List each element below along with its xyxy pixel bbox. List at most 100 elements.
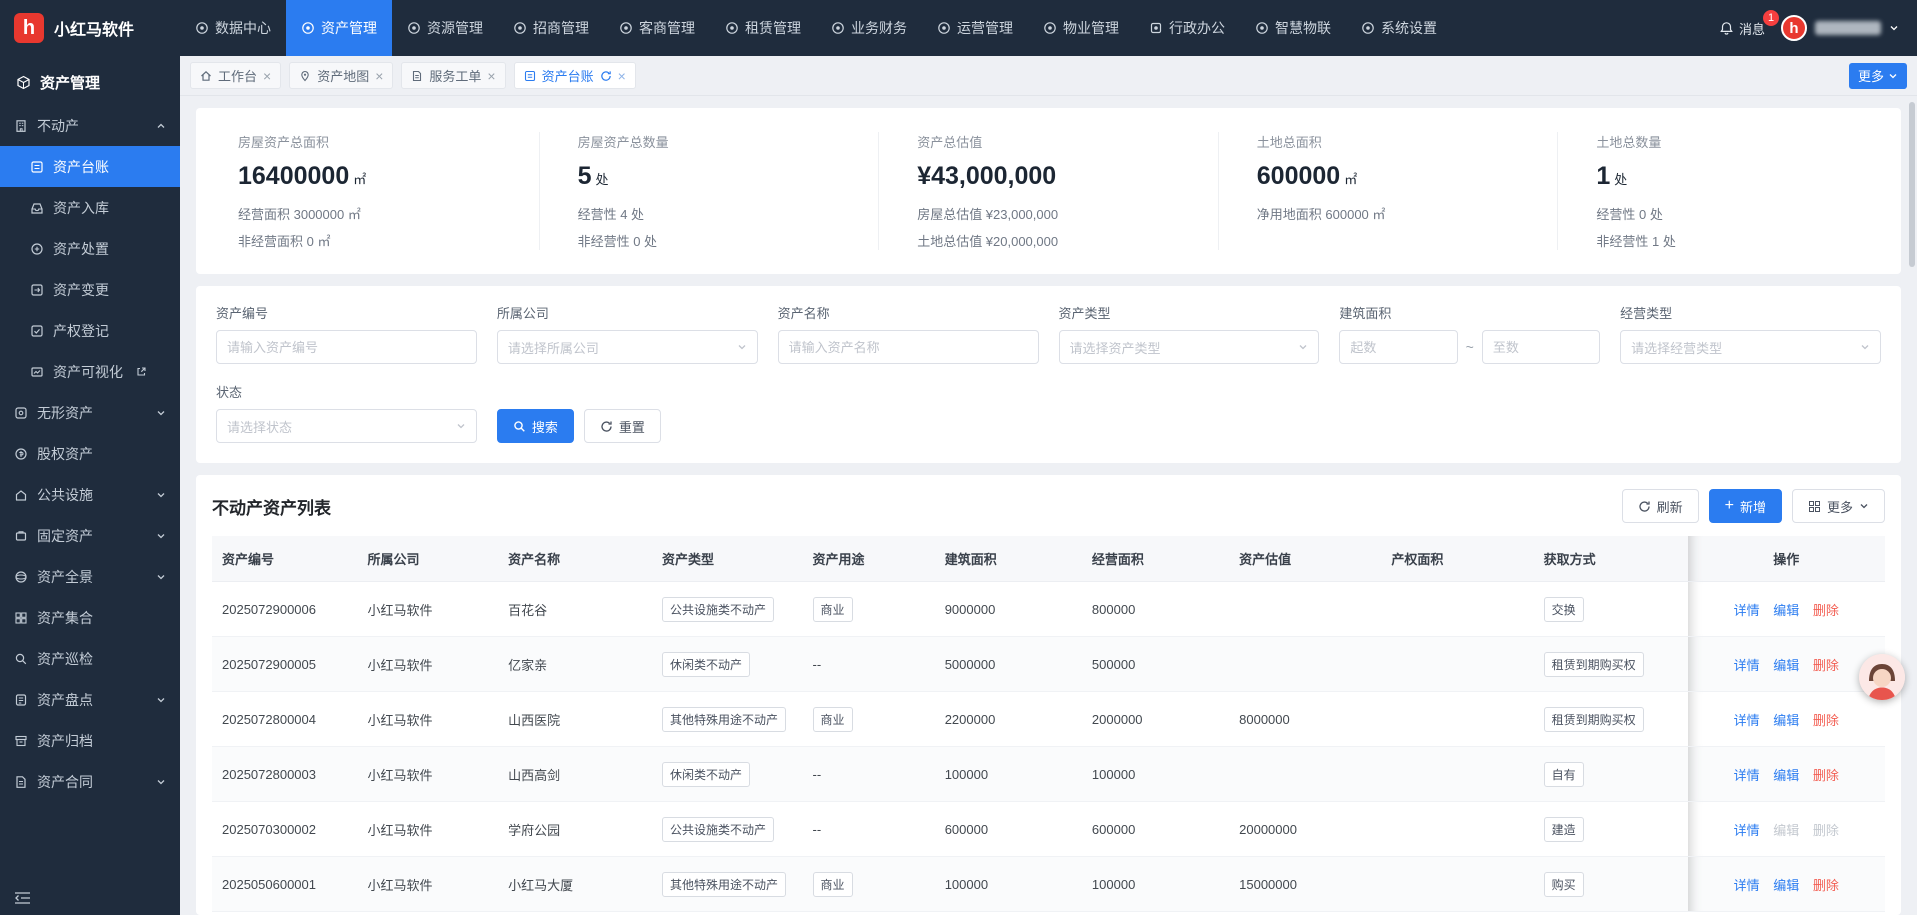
sidebar-item-property-registration[interactable]: 产权登记 bbox=[0, 310, 180, 351]
close-icon[interactable]: × bbox=[375, 69, 383, 83]
work-order-icon bbox=[411, 70, 423, 82]
assistant-avatar[interactable] bbox=[1859, 654, 1905, 700]
detail-link[interactable]: 详情 bbox=[1734, 878, 1760, 893]
asset-type-tag: 公共设施类不动产 bbox=[662, 817, 774, 842]
sidebar-group-intangible-assets[interactable]: 无形资产 bbox=[0, 392, 180, 433]
detail-link[interactable]: 详情 bbox=[1734, 823, 1760, 838]
close-icon[interactable]: × bbox=[263, 69, 271, 83]
nav-item-merchant-management[interactable]: 客商管理 bbox=[604, 0, 710, 56]
detail-link[interactable]: 详情 bbox=[1734, 603, 1760, 618]
sidebar-item-asset-change[interactable]: 资产变更 bbox=[0, 269, 180, 310]
nav-label: 系统设置 bbox=[1381, 18, 1437, 38]
stat-title: 房屋资产总数量 bbox=[578, 132, 841, 151]
stat-title: 房屋资产总面积 bbox=[238, 132, 501, 151]
detail-link[interactable]: 详情 bbox=[1734, 768, 1760, 783]
sidebar-item-asset-visualization[interactable]: 资产可视化 bbox=[0, 351, 180, 392]
reset-button[interactable]: 重置 bbox=[584, 409, 661, 443]
nav-item-lease-management[interactable]: 租赁管理 bbox=[710, 0, 816, 56]
stat-line bbox=[1257, 231, 1520, 246]
edit-link[interactable]: 编辑 bbox=[1773, 603, 1799, 618]
asset-type-select[interactable]: 请选择资产类型 bbox=[1059, 330, 1320, 364]
nav-item-system-settings[interactable]: 系统设置 bbox=[1346, 0, 1452, 56]
nav-item-admin-office[interactable]: 行政办公 bbox=[1134, 0, 1240, 56]
collapse-menu-icon bbox=[14, 891, 31, 905]
nav-item-property-management[interactable]: 物业管理 bbox=[1028, 0, 1134, 56]
user-menu[interactable]: h bbox=[1781, 15, 1899, 41]
inspection-icon bbox=[14, 652, 28, 666]
tab-refresh-icon[interactable] bbox=[600, 70, 612, 82]
asset-code-input[interactable] bbox=[216, 330, 477, 364]
sidebar-group-asset-contract[interactable]: 资产合同 bbox=[0, 761, 180, 802]
build-area-from-input[interactable] bbox=[1339, 330, 1457, 364]
sidebar-collapse-toggle[interactable] bbox=[14, 891, 31, 905]
detail-link[interactable]: 详情 bbox=[1734, 713, 1760, 728]
add-button[interactable]: + 新增 bbox=[1709, 489, 1782, 523]
sidebar-group-asset-inspection[interactable]: 资产巡检 bbox=[0, 638, 180, 679]
col-build-area: 建筑面积 bbox=[935, 536, 1082, 582]
chevron-down-icon bbox=[456, 421, 466, 431]
sidebar-group-real-estate[interactable]: 不动产 bbox=[0, 105, 180, 146]
sidebar-group-equity-assets[interactable]: 股权资产 bbox=[0, 433, 180, 474]
asset-map-icon bbox=[299, 70, 311, 82]
acquire-tag: 自有 bbox=[1544, 762, 1584, 787]
nav-item-operation-management[interactable]: 运营管理 bbox=[922, 0, 1028, 56]
delete-link[interactable]: 删除 bbox=[1813, 878, 1839, 893]
nav-item-smart-iot[interactable]: 智慧物联 bbox=[1240, 0, 1346, 56]
delete-link[interactable]: 删除 bbox=[1813, 658, 1839, 673]
nav-label: 物业管理 bbox=[1063, 18, 1119, 38]
vertical-scrollbar-thumb[interactable] bbox=[1909, 102, 1915, 267]
tabs-more-button[interactable]: 更多 bbox=[1849, 63, 1907, 89]
sidebar-group-asset-inventory[interactable]: 资产盘点 bbox=[0, 679, 180, 720]
asset-type-tag: 其他特殊用途不动产 bbox=[662, 872, 786, 897]
sidebar-item-asset-inbound[interactable]: 资产入库 bbox=[0, 187, 180, 228]
build-area-to-input[interactable] bbox=[1482, 330, 1600, 364]
delete-link[interactable]: 删除 bbox=[1813, 768, 1839, 783]
nav-item-resource-management[interactable]: 资源管理 bbox=[392, 0, 498, 56]
nav-item-investment-management[interactable]: 招商管理 bbox=[498, 0, 604, 56]
nav-item-data-center[interactable]: 数据中心 bbox=[180, 0, 286, 56]
sidebar-group-asset-collection[interactable]: 资产集合 bbox=[0, 597, 180, 638]
asset-name-input[interactable] bbox=[778, 330, 1039, 364]
nav-item-asset-management[interactable]: 资产管理 bbox=[286, 0, 392, 56]
edit-link[interactable]: 编辑 bbox=[1773, 713, 1799, 728]
close-icon[interactable]: × bbox=[618, 69, 626, 83]
delete-link[interactable]: 删除 bbox=[1813, 603, 1839, 618]
status-select[interactable]: 请选择状态 bbox=[216, 409, 477, 443]
detail-link[interactable]: 详情 bbox=[1734, 658, 1760, 673]
field-label: 状态 bbox=[216, 382, 477, 401]
edit-link[interactable]: 编辑 bbox=[1773, 768, 1799, 783]
table-more-button[interactable]: 更多 bbox=[1792, 489, 1885, 523]
close-icon[interactable]: × bbox=[487, 69, 495, 83]
fixed-asset-icon bbox=[14, 529, 28, 543]
chevron-down-icon bbox=[156, 531, 166, 541]
sidebar-group-asset-archive[interactable]: 资产归档 bbox=[0, 720, 180, 761]
tab-service-order[interactable]: 服务工单 × bbox=[401, 62, 505, 89]
messages-button[interactable]: 消息 1 bbox=[1719, 19, 1765, 38]
tab-workbench[interactable]: 工作台 × bbox=[190, 62, 281, 89]
assistant-face-icon bbox=[1859, 654, 1905, 700]
filter-asset-code: 资产编号 bbox=[216, 303, 477, 364]
refresh-button[interactable]: 刷新 bbox=[1622, 489, 1699, 523]
sidebar-group-fixed-assets[interactable]: 固定资产 bbox=[0, 515, 180, 556]
operate-type-select[interactable]: 请选择经营类型 bbox=[1620, 330, 1881, 364]
resource-management-icon bbox=[407, 21, 421, 35]
company-select[interactable]: 请选择所属公司 bbox=[497, 330, 758, 364]
search-button[interactable]: 搜索 bbox=[497, 409, 574, 443]
tab-asset-ledger[interactable]: 资产台账 × bbox=[514, 62, 636, 89]
sidebar-item-asset-ledger[interactable]: 资产台账 bbox=[0, 146, 180, 187]
tab-asset-map[interactable]: 资产地图 × bbox=[289, 62, 393, 89]
sidebar-group-asset-panorama[interactable]: 资产全景 bbox=[0, 556, 180, 597]
delete-link[interactable]: 删除 bbox=[1813, 713, 1839, 728]
stat-line: 非经营面积 0 ㎡ bbox=[238, 231, 501, 250]
filter-company: 所属公司 请选择所属公司 bbox=[497, 303, 758, 364]
sidebar-item-asset-disposal[interactable]: 资产处置 bbox=[0, 228, 180, 269]
stat-value: 5处 bbox=[578, 162, 841, 191]
edit-link[interactable]: 编辑 bbox=[1773, 878, 1799, 893]
nav-item-business-finance[interactable]: 业务财务 bbox=[816, 0, 922, 56]
col-property-area: 产权面积 bbox=[1381, 536, 1533, 582]
sidebar-group-public-facilities[interactable]: 公共设施 bbox=[0, 474, 180, 515]
stat-line: 土地总估值 ¥20,000,000 bbox=[917, 231, 1180, 250]
usage-tag: 商业 bbox=[813, 707, 853, 732]
vertical-scrollbar[interactable] bbox=[1908, 100, 1916, 909]
edit-link[interactable]: 编辑 bbox=[1773, 658, 1799, 673]
